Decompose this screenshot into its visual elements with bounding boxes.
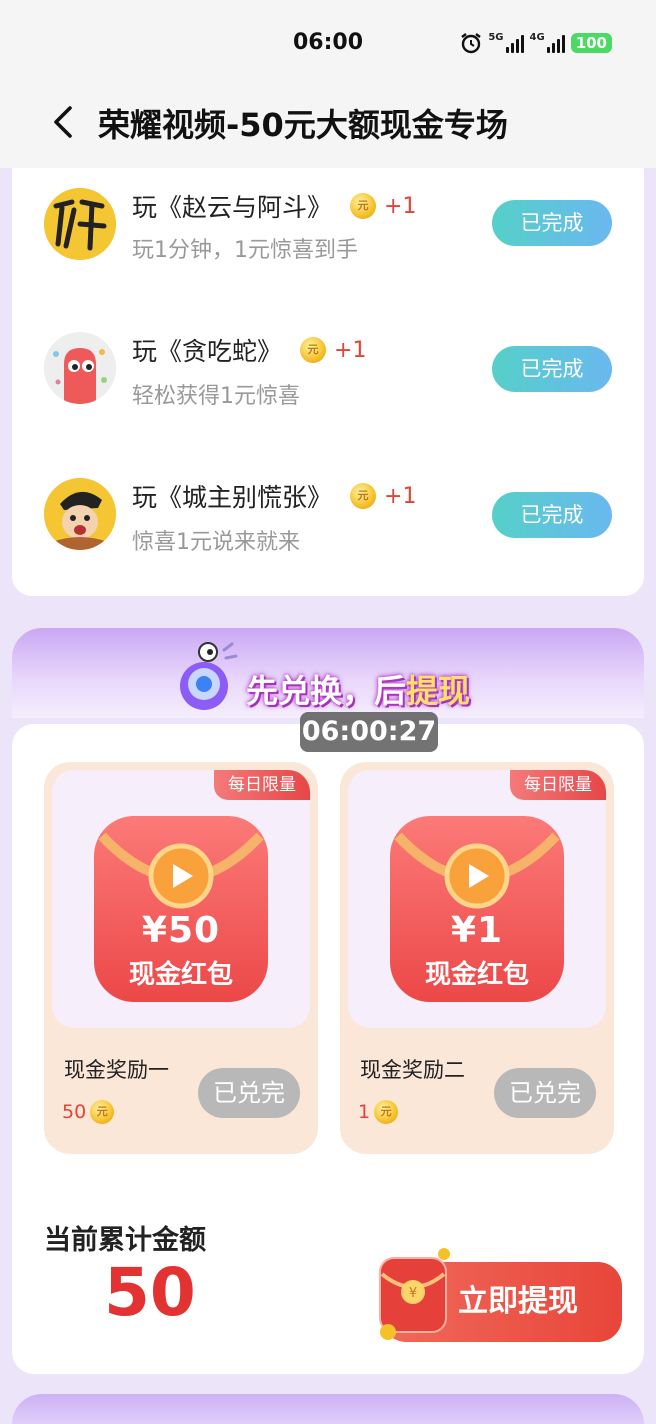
coin-icon: 元: [90, 1100, 115, 1124]
task-completed-button[interactable]: 已完成: [492, 200, 612, 246]
list-item: 玩《城主别慌张》 元 +1 惊喜1元说来就来 已完成: [12, 442, 644, 588]
task-completed-button[interactable]: 已完成: [492, 346, 612, 392]
daily-limit-tag: 每日限量: [510, 770, 606, 800]
network-label-1: 5G: [488, 32, 504, 43]
coin-icon: 元: [350, 483, 377, 509]
task-reward: +1: [334, 337, 367, 363]
coin-icon: 元: [350, 193, 377, 219]
daily-limit-tag: 每日限量: [214, 770, 310, 800]
lord-icon: [44, 478, 116, 550]
page-title: 荣耀视频-50元大额现金专场: [98, 106, 508, 144]
reward-label: 现金红包: [424, 960, 529, 990]
task-subtitle: 轻松获得1元惊喜: [132, 384, 300, 409]
countdown-timer: 06:00:27: [300, 712, 438, 752]
task-title: 玩《贪吃蛇》: [132, 337, 283, 366]
reward-cost: 50 元: [62, 1100, 115, 1124]
snake-icon: [44, 332, 116, 404]
status-icons: 5G 4G 100: [460, 32, 612, 54]
list-item: 玩《贪吃蛇》 元 +1 轻松获得1元惊喜 已完成: [12, 296, 644, 442]
redeemed-button[interactable]: 已兑完: [494, 1068, 596, 1118]
exchange-banner: 先兑换，后提现: [12, 628, 644, 718]
reward-label: 现金红包: [128, 960, 233, 990]
task-subtitle: 惊喜1元说来就来: [132, 530, 300, 555]
status-bar: 06:00 5G 4G 100: [0, 0, 656, 88]
task-title: 玩《城主别慌张》: [132, 483, 333, 512]
game-avatar-snake: [44, 332, 116, 404]
reward-cost-value: 50: [62, 1101, 87, 1123]
withdraw-button[interactable]: ¥ 立即提现: [379, 1248, 622, 1342]
reward-card-1[interactable]: 每日限量 ¥50 现金红包 现金奖励一 50 元 已兑完: [44, 762, 318, 1154]
reward-amount: ¥50: [141, 910, 221, 951]
total-amount-value: 50: [104, 1254, 196, 1331]
signal-5g-icon: 5G: [488, 32, 524, 53]
red-envelope-image: 每日限量 ¥50 现金红包: [52, 770, 310, 1028]
reward-cost-value: 1: [358, 1101, 371, 1123]
svg-text:¥: ¥: [409, 1286, 417, 1301]
task-reward: +1: [384, 193, 417, 219]
banner-text-highlight: 提现: [406, 672, 471, 710]
redeemed-button[interactable]: 已兑完: [198, 1068, 300, 1118]
alarm-icon: [461, 33, 482, 54]
game-logo-icon: [44, 188, 116, 260]
signal-4g-icon: 4G: [530, 33, 565, 53]
reward-name: 现金奖励二: [360, 1058, 465, 1082]
coin-icon: 元: [374, 1100, 399, 1124]
coin-icon: 元: [300, 337, 327, 363]
reward-cost: 1 元: [358, 1100, 399, 1124]
game-avatar-chengzhu: [44, 478, 116, 550]
game-avatar-zhaoyun: [44, 188, 116, 260]
task-completed-button[interactable]: 已完成: [492, 492, 612, 538]
red-envelope-image: 每日限量 ¥1 现金红包: [348, 770, 606, 1028]
rewards-section: 每日限量 ¥50 现金红包 现金奖励一 50 元 已兑完 每日限量 ¥1 现金红…: [12, 724, 644, 1374]
task-subtitle: 玩1分钟，1元惊喜到手: [132, 238, 358, 263]
reward-name: 现金奖励一: [64, 1058, 169, 1082]
banner-text-part1: 先兑换，后: [246, 672, 407, 710]
withdraw-label: 立即提现: [458, 1284, 578, 1319]
reward-card-2[interactable]: 每日限量 ¥1 现金红包 现金奖励二 1 元 已兑完: [340, 762, 614, 1154]
mascot-icon: [180, 642, 238, 710]
battery-indicator: 100: [570, 33, 612, 53]
network-label-2: 4G: [529, 32, 545, 43]
bottom-banner-partial: [12, 1394, 644, 1424]
list-item: 玩《赵云与阿斗》 元 +1 玩1分钟，1元惊喜到手 已完成: [12, 150, 644, 296]
banner-slogan: 先兑换，后提现: [246, 666, 470, 712]
nav-bar: 荣耀视频-50元大额现金专场: [0, 88, 656, 168]
task-reward: +1: [384, 483, 417, 509]
task-list: 玩《赵云与阿斗》 元 +1 玩1分钟，1元惊喜到手 已完成 玩《贪吃蛇》 元 +…: [12, 150, 644, 596]
task-title: 玩《赵云与阿斗》: [132, 193, 333, 222]
red-envelope-icon: ¥: [379, 1248, 450, 1340]
reward-amount: ¥1: [450, 910, 504, 951]
back-arrow-icon[interactable]: [46, 104, 82, 140]
total-amount-label: 当前累计金额: [44, 1225, 206, 1256]
